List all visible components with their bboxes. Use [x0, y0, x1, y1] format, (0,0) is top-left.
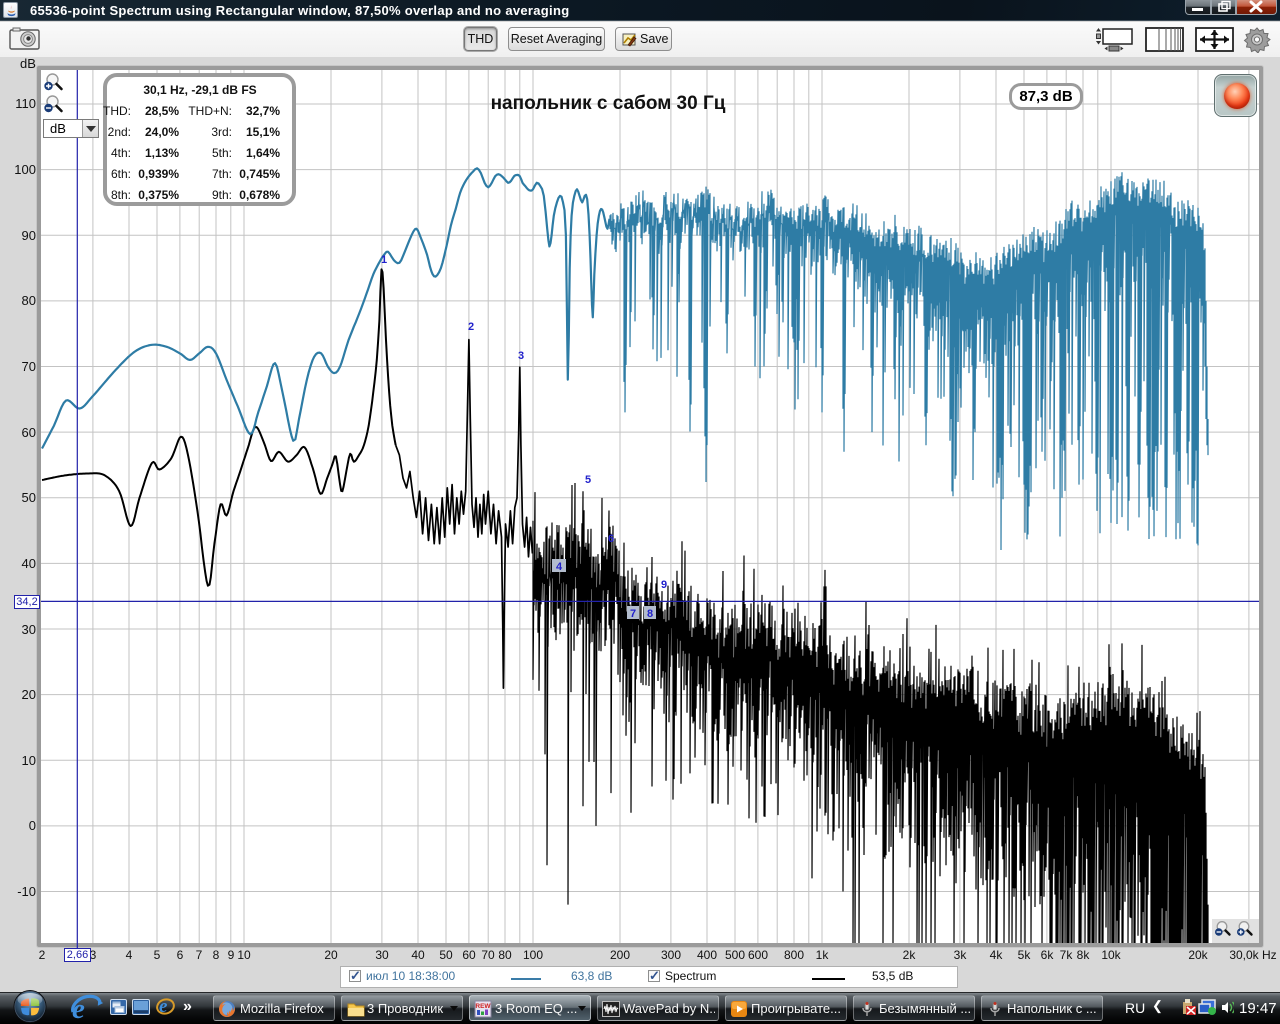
- svg-text:5: 5: [585, 474, 591, 486]
- svg-text:2: 2: [468, 321, 474, 333]
- svg-text:4: 4: [556, 561, 563, 573]
- svg-text:8: 8: [647, 608, 653, 620]
- svg-text:7: 7: [630, 608, 636, 620]
- svg-text:9: 9: [661, 579, 667, 591]
- svg-text:REW: REW: [475, 1003, 491, 1010]
- svg-text:3: 3: [518, 350, 524, 362]
- svg-text:6: 6: [608, 533, 614, 545]
- svg-text:1: 1: [381, 254, 387, 266]
